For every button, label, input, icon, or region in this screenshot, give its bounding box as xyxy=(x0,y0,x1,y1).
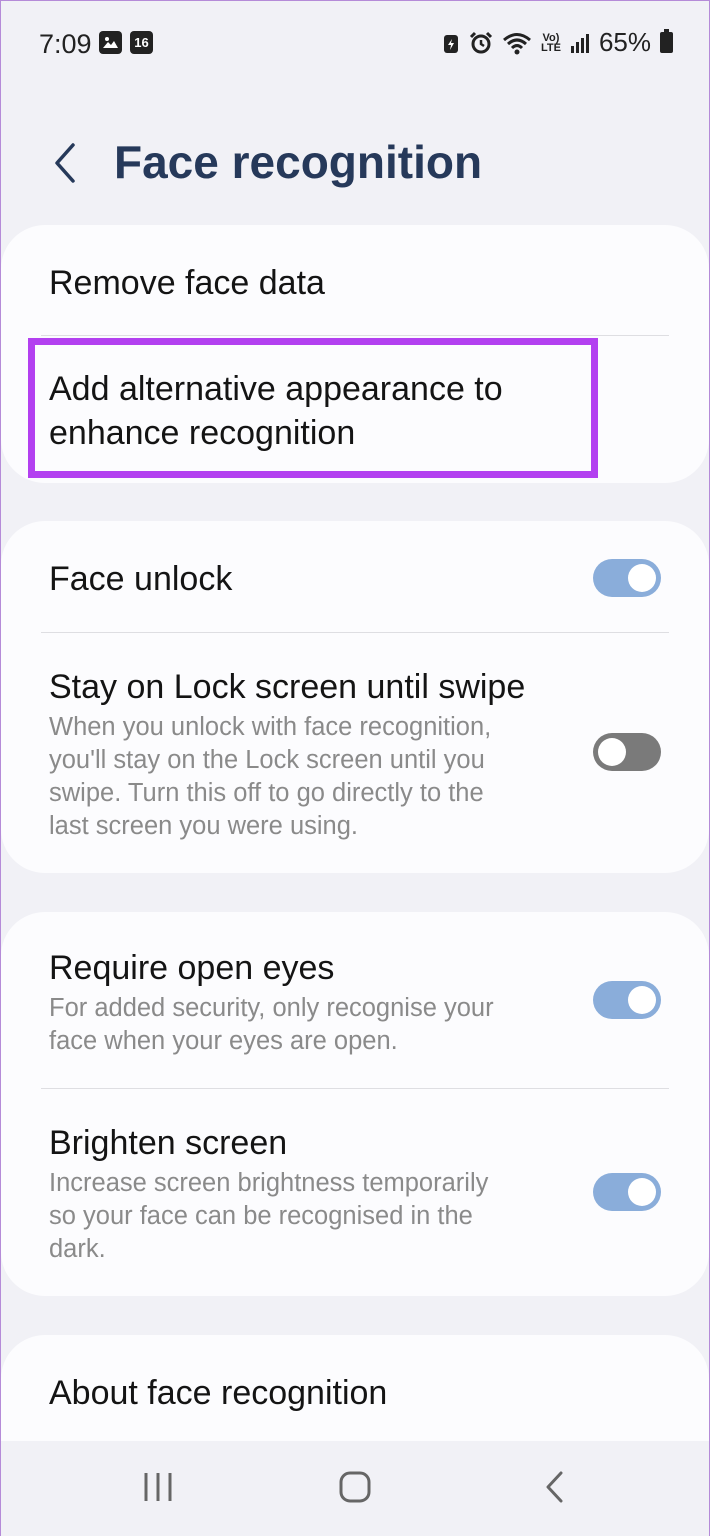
stay-on-lock-toggle[interactable] xyxy=(593,733,661,771)
divider xyxy=(41,335,669,336)
divider xyxy=(41,632,669,633)
face-unlock-item[interactable]: Face unlock xyxy=(1,557,709,601)
about-face-recognition-label: About face recognition xyxy=(49,1374,388,1412)
alarm-icon xyxy=(469,31,493,53)
require-open-eyes-label: Require open eyes xyxy=(49,949,335,987)
status-bar: 7:09 16 Vo) LTE 65% xyxy=(1,1,709,87)
recent-apps-button[interactable] xyxy=(141,1469,175,1510)
nav-back-button[interactable] xyxy=(541,1469,569,1510)
page-title: Face recognition xyxy=(114,136,483,188)
calendar-icon: 16 xyxy=(130,31,153,54)
wifi-icon xyxy=(503,32,531,54)
security-card: Require open eyes For added security, on… xyxy=(1,912,709,1296)
back-button[interactable] xyxy=(47,141,87,185)
require-open-eyes-toggle[interactable] xyxy=(593,981,661,1019)
require-open-eyes-description: For added security, only recognise your … xyxy=(49,994,494,1055)
battery-saver-icon xyxy=(443,34,458,53)
about-face-recognition-item[interactable]: About face recognition xyxy=(1,1371,435,1415)
brighten-screen-label: Brighten screen xyxy=(49,1124,288,1162)
volte-icon: Vo) LTE xyxy=(540,31,561,54)
face-unlock-label: Face unlock xyxy=(49,560,233,598)
toggle-knob xyxy=(628,564,656,592)
gallery-icon xyxy=(99,31,122,54)
require-open-eyes-item[interactable]: Require open eyes For added security, on… xyxy=(1,946,709,1058)
back-arrow-icon xyxy=(546,1471,563,1503)
remove-face-data-label: Remove face data xyxy=(49,264,325,302)
settings-screen: 7:09 16 Vo) LTE 65% Face recognition Rem… xyxy=(0,0,710,1536)
stay-on-lock-label: Stay on Lock screen until swipe xyxy=(49,668,526,706)
toggle-knob xyxy=(628,986,656,1014)
toggle-knob xyxy=(598,738,626,766)
navigation-bar xyxy=(1,1441,709,1536)
stay-on-lock-item[interactable]: Stay on Lock screen until swipe When you… xyxy=(1,665,709,843)
home-button[interactable] xyxy=(337,1469,373,1510)
chevron-left-icon xyxy=(55,143,75,183)
app-header: Face recognition xyxy=(1,121,709,211)
remove-face-data-item[interactable]: Remove face data xyxy=(1,261,373,305)
brighten-screen-description: Increase screen brightness temporarily s… xyxy=(49,1169,489,1263)
home-icon xyxy=(339,1471,371,1503)
stay-on-lock-description: When you unlock with face recognition, y… xyxy=(49,713,492,840)
signal-icon xyxy=(570,33,589,53)
brighten-screen-item[interactable]: Brighten screen Increase screen brightne… xyxy=(1,1121,709,1266)
highlight-box xyxy=(28,338,598,478)
status-time: 7:09 xyxy=(39,29,92,59)
face-unlock-toggle[interactable] xyxy=(593,559,661,597)
recent-apps-icon xyxy=(144,1473,172,1501)
battery-percentage: 65% xyxy=(598,27,651,57)
unlock-card: Face unlock Stay on Lock screen until sw… xyxy=(1,521,709,873)
divider xyxy=(41,1088,669,1089)
toggle-knob xyxy=(628,1178,656,1206)
battery-icon xyxy=(660,29,673,53)
about-card: About face recognition xyxy=(1,1335,709,1441)
brighten-screen-toggle[interactable] xyxy=(593,1173,661,1211)
